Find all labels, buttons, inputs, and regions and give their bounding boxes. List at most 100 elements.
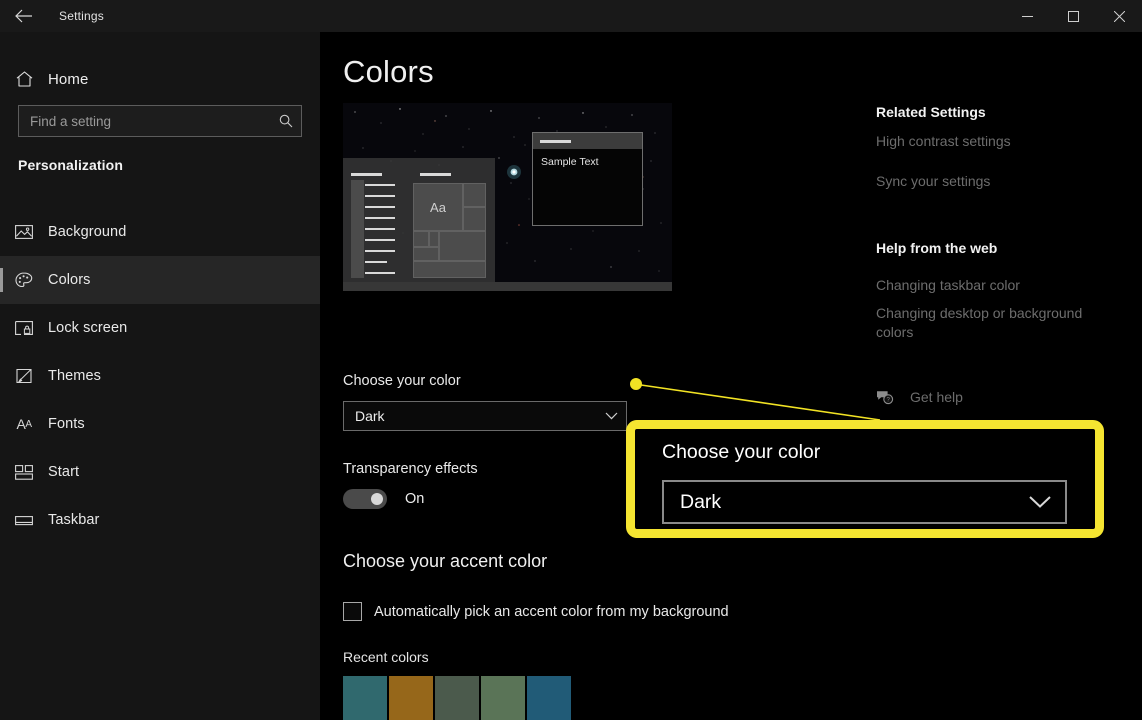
transparency-toggle-knob [371, 493, 383, 505]
preview-start-list-item [365, 261, 387, 263]
preview-taskbar [343, 282, 672, 291]
preview-start-list-item [365, 195, 395, 197]
annotation-callout-value: Dark [680, 490, 722, 513]
transparency-state-label: On [405, 491, 425, 507]
search-icon[interactable] [271, 114, 301, 128]
sidebar-item-fonts-label: Fonts [48, 416, 85, 432]
recent-color-swatch[interactable] [343, 676, 387, 720]
choose-color-value: Dark [355, 408, 385, 424]
preview-tile [463, 183, 486, 207]
chevron-down-icon [596, 412, 626, 420]
preview-start-list-item [365, 184, 395, 186]
auto-accent-row[interactable]: Automatically pick an accent color from … [343, 602, 729, 621]
preview-sample-window-title-bar-line [540, 140, 571, 143]
search-input[interactable] [19, 113, 271, 129]
annotation-callout-title: Choose your color [662, 441, 821, 463]
recent-color-swatch[interactable] [435, 676, 479, 720]
sidebar-item-background[interactable]: Background [0, 208, 320, 256]
help-link-taskbar-color[interactable]: Changing taskbar color [876, 276, 1020, 295]
settings-window: Settings Home Find a setting Personaliza… [0, 0, 1142, 720]
preview-start-rail [351, 180, 364, 278]
sidebar-item-themes-label: Themes [48, 368, 101, 384]
chevron-down-icon [1015, 495, 1065, 509]
sidebar-item-background-label: Background [48, 224, 127, 240]
recent-color-swatch[interactable] [389, 676, 433, 720]
sidebar-item-start[interactable]: Start [0, 448, 320, 496]
preview-start-list-item [365, 228, 395, 230]
related-settings-heading: Related Settings [876, 104, 986, 120]
auto-accent-checkbox[interactable] [343, 602, 362, 621]
related-link-high-contrast[interactable]: High contrast settings [876, 132, 1011, 151]
home-icon [0, 71, 48, 87]
palette-icon [0, 271, 48, 289]
theme-preview: Aa Sample Text [343, 103, 672, 291]
help-from-web-heading: Help from the web [876, 240, 998, 256]
preview-tile [429, 231, 439, 247]
preview-sample-window-text: Sample Text [541, 156, 599, 168]
taskbar-icon [0, 514, 48, 527]
window-title: Settings [59, 9, 104, 23]
recent-color-swatch[interactable] [527, 676, 571, 720]
transparency-label: Transparency effects [343, 461, 478, 477]
preview-start-list-item [365, 206, 395, 208]
preview-start-list-item [365, 250, 395, 252]
preview-start-header-bar [351, 173, 382, 176]
sidebar-item-home[interactable]: Home [0, 59, 320, 99]
sidebar-item-themes[interactable]: Themes [0, 352, 320, 400]
window-controls [1004, 0, 1142, 32]
fonts-icon: AA [16, 416, 32, 432]
preview-tile [413, 247, 439, 261]
preview-start-list-item [365, 239, 395, 241]
close-button[interactable] [1096, 0, 1142, 32]
sidebar: Home Personalization [0, 32, 320, 720]
annotation-callout: Choose your color Dark [626, 420, 1104, 538]
sidebar-item-colors-label: Colors [48, 272, 91, 288]
get-help-link[interactable]: ? Get help [876, 389, 963, 405]
title-bar: Settings [0, 0, 1142, 32]
preview-tile [413, 261, 486, 278]
start-tiles-icon [0, 464, 48, 480]
title-bar-left: Settings [0, 0, 104, 32]
preview-start-list-item [365, 272, 395, 274]
title-bar-drag-area [104, 0, 1004, 32]
preview-tile-aa: Aa [413, 183, 463, 231]
accent-heading: Choose your accent color [343, 551, 548, 571]
back-button[interactable] [0, 0, 46, 32]
sidebar-group-title: Personalization [18, 157, 123, 173]
annotation-dot [630, 378, 642, 390]
minimize-button[interactable] [1004, 0, 1050, 32]
sidebar-item-taskbar-label: Taskbar [48, 512, 100, 528]
choose-color-label: Choose your color [343, 373, 461, 389]
auto-accent-label: Automatically pick an accent color from … [374, 603, 729, 620]
preview-sample-window-titlebar [533, 133, 642, 149]
preview-start-list-item [365, 217, 395, 219]
sidebar-item-home-label: Home [48, 70, 89, 88]
recent-colors-list [343, 676, 571, 720]
preview-tile [439, 231, 486, 261]
lockscreen-icon [0, 320, 48, 336]
sidebar-item-lock-screen[interactable]: Lock screen [0, 304, 320, 352]
preview-sample-window: Sample Text [532, 132, 643, 226]
preview-tile-aa-label: Aa [430, 199, 446, 215]
preview-tiles-header-bar [420, 173, 451, 176]
sidebar-item-fonts[interactable]: AA Fonts [0, 400, 320, 448]
related-link-sync-settings[interactable]: Sync your settings [876, 172, 990, 191]
recent-color-swatch[interactable] [481, 676, 525, 720]
image-icon [0, 224, 48, 240]
get-help-label: Get help [910, 389, 963, 405]
search-box[interactable] [18, 105, 302, 137]
preview-start-menu: Aa [343, 158, 495, 282]
maximize-button[interactable] [1050, 0, 1096, 32]
sidebar-item-lock-screen-label: Lock screen [48, 320, 128, 336]
sidebar-item-taskbar[interactable]: Taskbar [0, 496, 320, 544]
sidebar-item-start-label: Start [48, 464, 80, 480]
page-title: Colors [343, 54, 434, 89]
sidebar-item-colors[interactable]: Colors [0, 256, 320, 304]
help-link-desktop-colors[interactable]: Changing desktop or background colors [876, 304, 1102, 342]
help-bubble-icon: ? [876, 390, 898, 405]
brush-icon [0, 368, 48, 385]
choose-color-dropdown[interactable]: Dark [343, 401, 627, 431]
recent-colors-label: Recent colors [343, 649, 429, 665]
annotation-callout-dropdown[interactable]: Dark [662, 480, 1067, 524]
transparency-toggle[interactable] [343, 489, 387, 509]
